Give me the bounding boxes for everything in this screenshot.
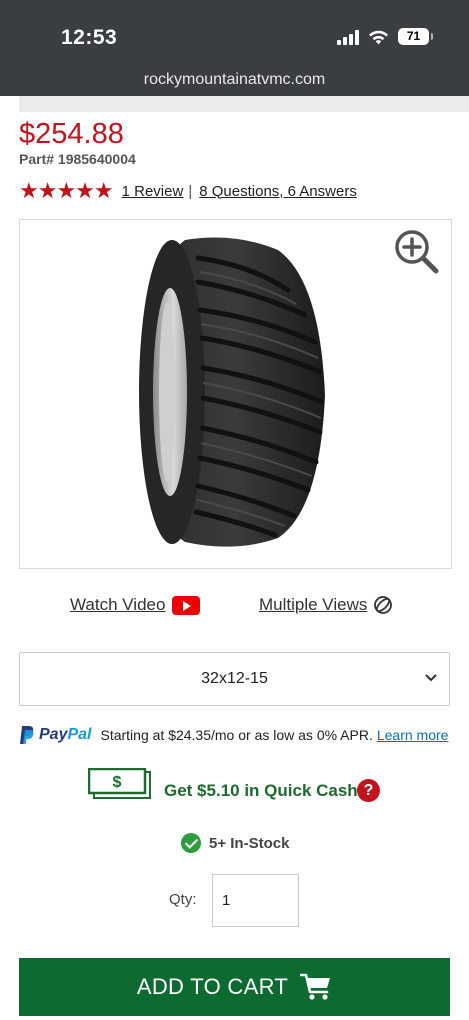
help-icon[interactable]: ?	[357, 779, 380, 802]
add-to-cart-button[interactable]: ADD TO CART	[19, 958, 450, 1016]
questions-link[interactable]: 8 Questions, 6 Answers	[199, 183, 357, 200]
rotate-views-icon	[374, 596, 393, 614]
paypal-logo: PayPal	[19, 725, 91, 745]
status-time: 12:53	[61, 26, 118, 49]
paypal-financing: PayPal Starting at $24.35/mo or as low a…	[19, 725, 448, 745]
multiple-views-link[interactable]: Multiple Views	[259, 595, 393, 615]
learn-more-link[interactable]: Learn more	[377, 727, 449, 743]
wifi-icon	[368, 29, 389, 45]
size-select-value: 32x12-15	[201, 670, 268, 687]
product-price: $254.88	[19, 118, 124, 150]
quantity-input[interactable]	[212, 874, 299, 927]
watch-video-label: Watch Video	[70, 595, 166, 614]
quantity-label: Qty:	[169, 891, 197, 908]
check-circle-icon	[181, 833, 201, 853]
paypal-text: Starting at $24.35/mo or as low as 0% AP…	[100, 727, 373, 743]
cash-symbol: $	[113, 774, 122, 791]
tire-image	[139, 237, 325, 547]
media-links: Watch Video Multiple Views	[0, 590, 469, 620]
shopping-cart-icon	[300, 973, 331, 1000]
cash-bill-icon: $	[88, 768, 151, 799]
chevron-down-icon	[425, 674, 437, 682]
stock-status: 5+ In-Stock	[181, 833, 289, 853]
paypal-brand-pay: Pay	[39, 726, 68, 743]
part-number: Part# 1985640004	[19, 151, 136, 167]
watch-video-link[interactable]: Watch Video	[70, 595, 201, 615]
review-link[interactable]: 1 Review	[122, 183, 184, 200]
multiple-views-label: Multiple Views	[259, 595, 368, 614]
youtube-play-icon	[172, 595, 201, 615]
quick-cash-label: Get $5.10 in Quick Cash	[164, 781, 358, 800]
rating-row: ★★★★★ 1 Review | 8 Questions, 6 Answers	[19, 180, 357, 202]
status-icons: 71	[337, 28, 433, 45]
paypal-brand-pal: Pal	[67, 726, 92, 743]
zoom-in-icon[interactable]	[393, 228, 441, 281]
five-star-rating-icon: ★★★★★	[19, 178, 114, 203]
cellular-signal-icon	[337, 29, 359, 45]
size-select[interactable]: 32x12-15	[19, 652, 450, 706]
rating-separator: |	[188, 182, 193, 200]
quick-cash: $ Get $5.10 in Quick Cash ?	[88, 768, 388, 808]
paypal-icon	[20, 726, 34, 744]
stock-label: 5+ In-Stock	[209, 834, 290, 852]
browser-top-bar: 12:53 71 rockymountainatvmc.com	[0, 0, 469, 96]
address-bar-url[interactable]: rockymountainatvmc.com	[0, 71, 469, 89]
battery-icon: 71	[398, 28, 433, 45]
add-to-cart-label: ADD TO CART	[136, 974, 289, 999]
product-image[interactable]	[19, 219, 452, 569]
page-top-strip	[0, 96, 469, 112]
